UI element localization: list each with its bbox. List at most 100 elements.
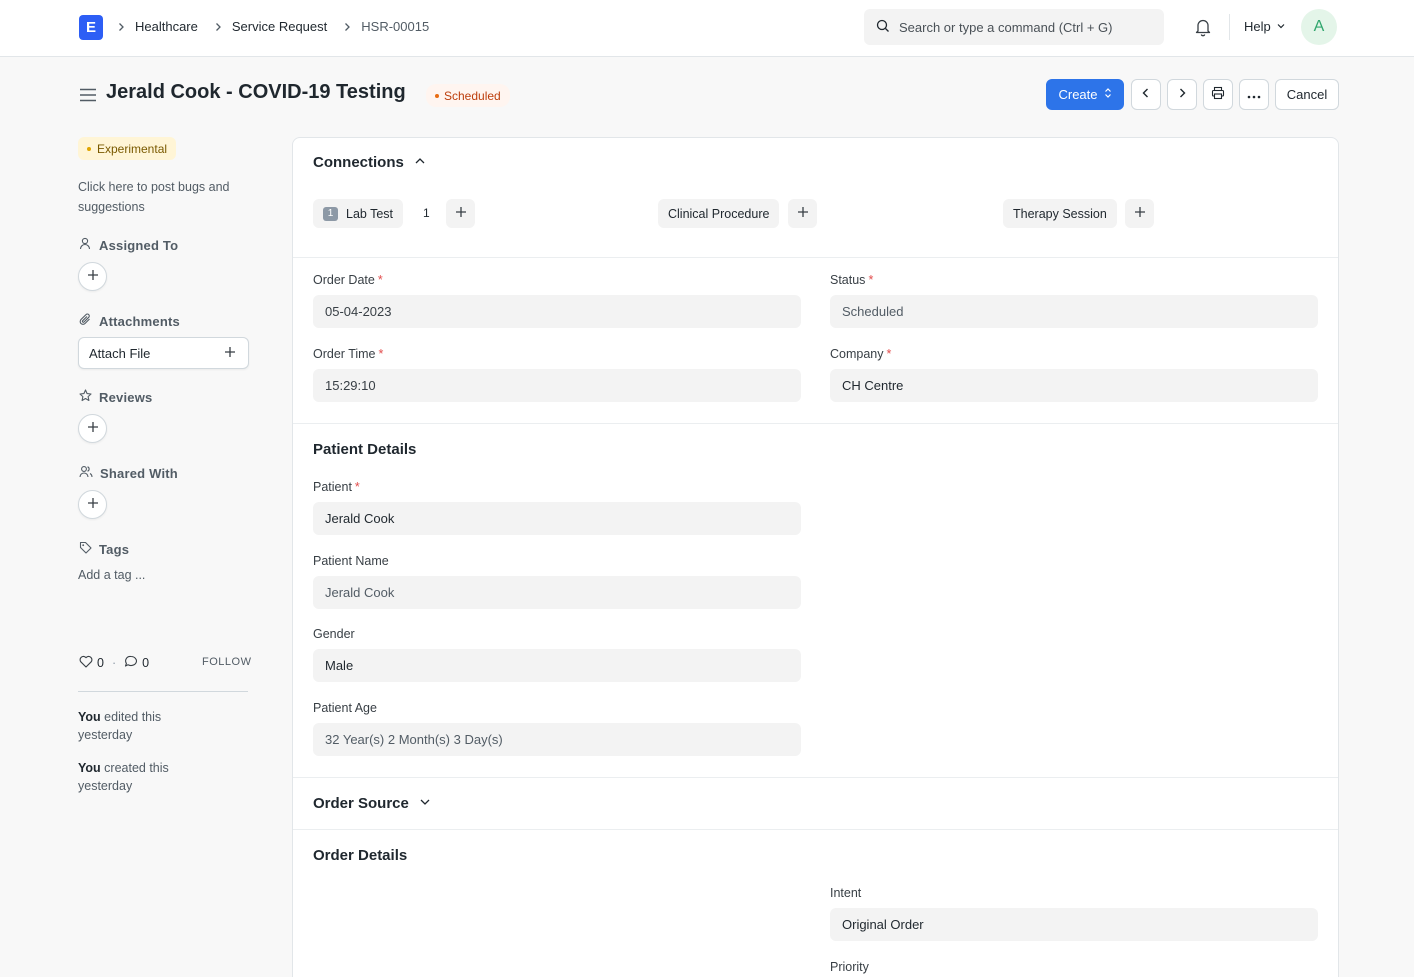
follow-button[interactable]: FOLLOW [202,656,251,668]
order-time-label-text: Order Time [313,347,376,361]
required-marker: * [868,273,874,287]
order-date-field[interactable]: 05-04-2023 [313,295,801,328]
patient-name-field: Jerald Cook [313,576,801,609]
order-source-section-toggle[interactable]: Order Source [313,795,431,812]
heart-icon[interactable] [79,655,93,671]
plus-icon [797,206,809,221]
experimental-dot [87,146,91,151]
section-divider [293,257,1338,258]
add-tag-link[interactable]: Add a tag ... [78,568,145,582]
patient-field[interactable]: Jerald Cook [313,502,801,535]
attach-file-label: Attach File [89,345,151,361]
chevron-right-icon [341,21,353,33]
add-assignee-button[interactable] [78,262,107,291]
plus-icon [87,497,99,512]
likes-count: 0 [97,656,104,670]
add-review-button[interactable] [78,414,107,443]
required-marker: * [886,347,892,361]
search-input[interactable] [899,19,1149,35]
patient-age-label-text: Patient Age [313,701,377,715]
breadcrumb-service-request[interactable]: Service Request [232,19,327,34]
breadcrumb-healthcare[interactable]: Healthcare [135,19,198,34]
required-marker: * [378,347,384,361]
gender-field[interactable]: Male [313,649,801,682]
company-field[interactable]: CH Centre [830,369,1318,402]
patient-label-text: Patient [313,480,352,494]
connection-label: Therapy Session [1013,206,1107,221]
gender-label-text: Gender [313,627,355,641]
order-details-title-text: Order Details [313,847,408,864]
attachments-label: Attachments [79,313,180,329]
separator-dot: · [111,656,117,670]
comment-icon[interactable] [124,655,138,671]
users-icon [79,465,93,481]
order-time-value: 15:29:10 [325,378,376,393]
assigned-to-text: Assigned To [99,237,179,253]
create-button[interactable]: Create [1046,79,1124,110]
ellipsis-icon [1247,87,1261,102]
intent-value: Original Order [842,917,924,932]
bug-report-link[interactable]: Click here to post bugs and suggestions [78,177,250,217]
sidebar-divider [78,691,248,692]
breadcrumb-current[interactable]: HSR-00015 [361,19,429,34]
activity-item: You created this yesterday [78,759,198,795]
order-time-label: Order Time * [313,347,383,361]
add-clinical-procedure-button[interactable] [788,199,817,228]
order-details-title: Order Details [313,847,407,864]
status-field[interactable]: Scheduled [830,295,1318,328]
required-marker: * [354,480,360,494]
cancel-button[interactable]: Cancel [1275,79,1339,110]
connections-section-toggle[interactable]: Connections [313,154,426,171]
patient-name-value: Jerald Cook [325,585,395,600]
gender-label: Gender [313,627,355,641]
search-icon [876,19,890,36]
print-button[interactable] [1203,79,1233,110]
sidebar-toggle-icon[interactable] [79,87,97,106]
printer-icon [1211,86,1225,103]
comments-count: 0 [142,656,150,670]
more-actions-button[interactable] [1239,79,1269,110]
order-source-title: Order Source [313,795,409,812]
add-share-button[interactable] [78,490,107,519]
add-lab-test-button[interactable] [446,199,475,228]
connections-title: Connections [313,154,404,171]
company-label: Company * [830,347,891,361]
search-bar[interactable] [864,9,1164,45]
connection-therapy-session[interactable]: Therapy Session [1003,199,1117,228]
likes-comments: 0 · 0 [79,655,149,671]
chevron-up-icon [414,154,426,171]
previous-record-button[interactable] [1131,79,1161,110]
plus-icon [87,269,99,284]
navbar-divider [1229,14,1230,40]
connection-label: Clinical Procedure [668,206,770,221]
experimental-label: Experimental [97,141,168,156]
shared-with-label: Shared With [79,465,178,481]
add-therapy-session-button[interactable] [1125,199,1154,228]
bell-icon[interactable] [1194,17,1212,40]
tag-icon [79,541,92,557]
connection-clinical-procedure[interactable]: Clinical Procedure [658,199,780,228]
page-title: Jerald Cook - COVID-19 Testing [106,81,406,103]
plus-icon [224,346,236,361]
patient-value: Jerald Cook [325,511,395,526]
connection-label: Lab Test [346,206,394,221]
status-badge: Scheduled [426,84,510,107]
help-label: Help [1244,19,1271,34]
help-dropdown[interactable]: Help [1244,19,1286,34]
order-time-field[interactable]: 15:29:10 [313,369,801,402]
experimental-badge[interactable]: Experimental [78,137,177,160]
patient-age-field: 32 Year(s) 2 Month(s) 3 Day(s) [313,723,801,756]
connection-lab-test[interactable]: 1 Lab Test [313,199,404,228]
priority-label-text: Priority [830,960,869,974]
patient-details-title: Patient Details [313,441,416,458]
avatar[interactable]: A [1301,9,1337,45]
connection-badge: 1 [323,206,338,221]
breadcrumb: Healthcare Service Request HSR-00015 [115,19,443,34]
attach-file-button[interactable]: Attach File [78,337,249,369]
user-icon [79,237,92,253]
activity-actor: You [78,761,101,775]
intent-field[interactable]: Original Order [830,908,1318,941]
next-record-button[interactable] [1167,79,1197,110]
app-logo[interactable]: E [79,15,103,40]
connection-count: 1 [423,206,430,220]
